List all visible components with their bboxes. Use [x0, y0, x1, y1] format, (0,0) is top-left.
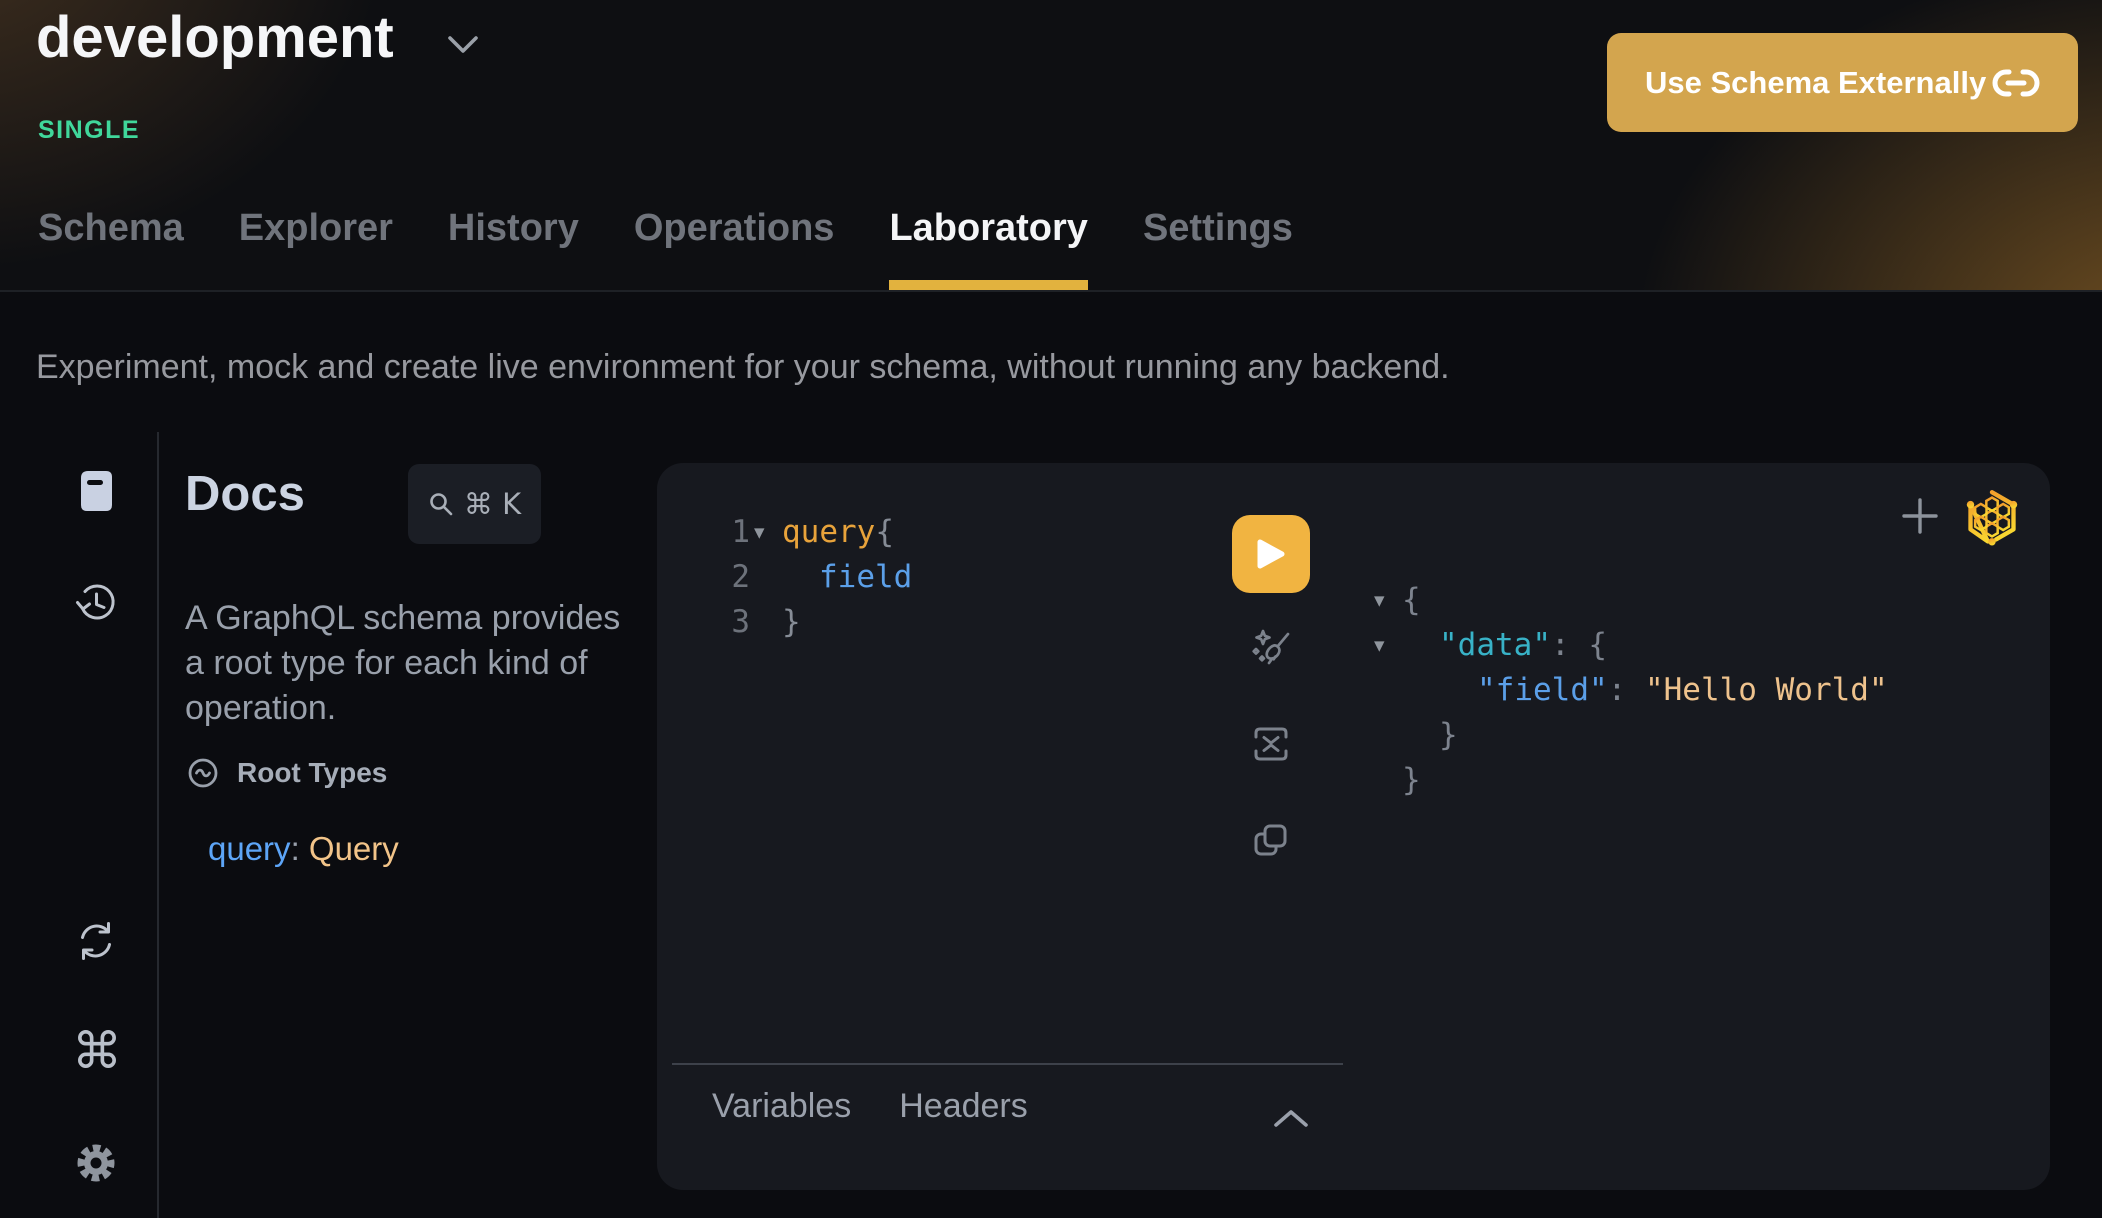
chevron-up-icon[interactable]: [1272, 1108, 1310, 1130]
token-close-brace: }: [782, 600, 801, 645]
main-nav-tabs: Schema Explorer History Operations Labor…: [38, 202, 1293, 290]
root-query-separator: :: [291, 830, 309, 867]
laboratory-page: development SINGLE Use Schema Externally…: [0, 0, 2102, 1218]
merge-fragments-icon[interactable]: [1249, 722, 1293, 766]
page-subtitle: Experiment, mock and create live environ…: [36, 348, 1450, 387]
plus-icon[interactable]: [1900, 496, 1940, 536]
response-viewer: ▾ { ▾ "data": { "field": "Hello World" }…: [1374, 578, 2034, 803]
json-colon: :: [1551, 627, 1588, 663]
reload-icon[interactable]: [74, 919, 118, 963]
json-field-key: "field": [1477, 672, 1608, 708]
tab-laboratory[interactable]: Laboratory: [889, 202, 1087, 290]
project-title: development: [36, 4, 394, 71]
response-line-5: }: [1374, 758, 2034, 803]
hive-logo-icon[interactable]: [1961, 486, 2023, 548]
response-line-2: ▾ "data": {: [1374, 623, 2034, 668]
json-field-line: "field": "Hello World": [1477, 668, 1888, 713]
request-footer-tabs: Variables Headers: [712, 1087, 1028, 1126]
tab-explorer[interactable]: Explorer: [239, 202, 393, 290]
line-number: 2: [714, 555, 750, 600]
token-open-brace: {: [875, 514, 894, 550]
tab-laboratory-label: Laboratory: [889, 207, 1087, 249]
sidebar-divider: [157, 432, 159, 1218]
root-query-name: query: [208, 830, 291, 867]
tab-history[interactable]: History: [448, 202, 579, 290]
fold-triangle-icon[interactable]: ▾: [1374, 623, 1385, 668]
link-icon: [1992, 67, 2040, 99]
root-query-link[interactable]: query: Query: [208, 830, 399, 868]
variables-tab[interactable]: Variables: [712, 1087, 851, 1126]
json-data-line: "data": {: [1439, 623, 1607, 668]
tab-schema[interactable]: Schema: [38, 202, 184, 290]
line-number: 1: [714, 510, 750, 555]
fold-triangle-icon[interactable]: ▾: [754, 510, 765, 555]
editor-footer-divider: [672, 1063, 1343, 1065]
editor-code: query{: [782, 510, 894, 555]
page-header: development SINGLE Use Schema Externally…: [0, 0, 2102, 292]
token-field: field: [819, 555, 912, 600]
play-icon: [1256, 538, 1286, 570]
json-open-data: {: [1588, 627, 1607, 663]
fold-triangle-icon[interactable]: ▾: [1374, 578, 1385, 623]
command-glyph: ⌘: [72, 1022, 122, 1080]
execute-query-button[interactable]: [1232, 515, 1310, 593]
root-types-label: Root Types: [237, 757, 387, 789]
json-close-root: }: [1402, 758, 1421, 803]
tab-settings[interactable]: Settings: [1143, 202, 1293, 290]
root-types-icon: [186, 756, 220, 790]
root-query-type: Query: [309, 830, 399, 867]
response-line-3: "field": "Hello World": [1374, 668, 2034, 713]
json-colon: :: [1608, 672, 1645, 708]
docs-search-button[interactable]: ⌘ K: [408, 464, 541, 544]
search-shortcut-label: ⌘ K: [464, 487, 521, 521]
json-open-root: {: [1402, 578, 1421, 623]
use-schema-externally-button[interactable]: Use Schema Externally: [1607, 33, 2078, 132]
shortcut-keys-icon[interactable]: ⌘: [72, 1026, 122, 1076]
docs-panel-title: Docs: [185, 466, 305, 522]
prettify-icon[interactable]: [1249, 626, 1293, 670]
docs-icon[interactable]: [74, 468, 118, 514]
active-tab-indicator: [889, 280, 1087, 290]
project-switcher-chevron-down-icon[interactable]: [446, 34, 480, 56]
token-keyword: query: [782, 514, 875, 550]
docs-description: A GraphQL schema provides a root type fo…: [185, 596, 630, 731]
use-schema-externally-label: Use Schema Externally: [1645, 65, 1986, 101]
json-close-data: }: [1439, 713, 1458, 758]
tab-operations[interactable]: Operations: [634, 202, 835, 290]
history-icon[interactable]: [73, 580, 120, 627]
search-icon: [428, 491, 455, 518]
headers-tab[interactable]: Headers: [899, 1087, 1028, 1126]
root-types-section: Root Types: [186, 756, 387, 790]
response-line-1: ▾ {: [1374, 578, 2034, 623]
json-field-value: "Hello World": [1645, 672, 1888, 708]
line-number: 3: [714, 600, 750, 645]
json-data-key: "data": [1439, 627, 1551, 663]
editor-line-3: 3 }: [657, 600, 1343, 645]
copy-query-icon[interactable]: [1249, 819, 1293, 863]
environment-badge: SINGLE: [38, 116, 140, 145]
graphiql-panel: 1 ▾ query{ 2 field 3 }: [657, 463, 2050, 1190]
settings-gear-icon[interactable]: [74, 1141, 118, 1185]
response-line-4: }: [1374, 713, 2034, 758]
